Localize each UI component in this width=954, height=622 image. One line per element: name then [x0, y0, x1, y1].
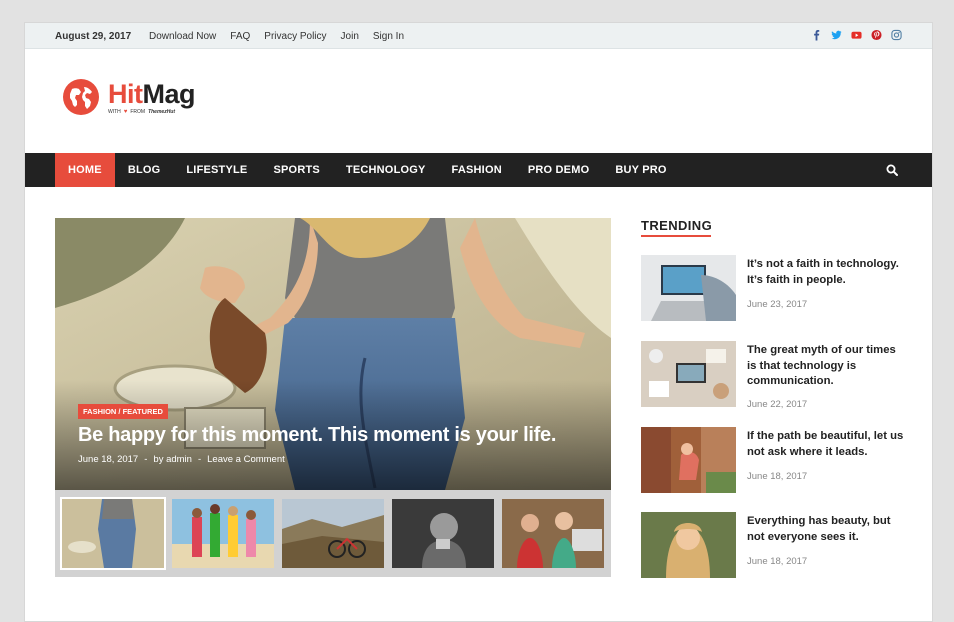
nav-item-home[interactable]: HOME [55, 153, 115, 187]
facebook-icon[interactable] [811, 29, 822, 41]
twitter-icon[interactable] [831, 29, 842, 41]
slider-thumbnails [55, 490, 611, 577]
trending-post-image[interactable] [641, 255, 736, 321]
meta-separator: - [197, 454, 202, 465]
pinterest-icon[interactable] [871, 29, 882, 41]
trending-underline [641, 235, 711, 237]
featured-date[interactable]: June 18, 2017 [78, 454, 138, 465]
site-name: HitMag [108, 79, 195, 109]
sign-in-link[interactable]: Sign In [373, 31, 404, 42]
social-links [811, 29, 902, 41]
nav-item-pro-demo[interactable]: PRO DEMO [515, 153, 603, 187]
slider-thumb[interactable] [392, 499, 494, 568]
faq-link[interactable]: FAQ [230, 31, 250, 42]
site-logo[interactable]: HitMag WITH ♥ FROM ThemezHut [63, 79, 195, 115]
featured-meta: June 18, 2017 - by admin - Leave a Comme… [78, 454, 285, 465]
trending-post-date[interactable]: June 18, 2017 [747, 556, 807, 567]
trending-post-date[interactable]: June 22, 2017 [747, 399, 807, 410]
trending-post-title[interactable]: If the path be beautiful, let us not ask… [747, 429, 907, 460]
slider-thumb[interactable] [502, 499, 604, 568]
trending-heading: TRENDING [641, 218, 713, 233]
featured-category-badge[interactable]: FASHION / FEATURED [78, 404, 168, 419]
featured-title[interactable]: Be happy for this moment. This moment is… [78, 424, 556, 447]
instagram-icon[interactable] [891, 29, 902, 41]
page-frame: August 29, 2017 Download Now FAQ Privacy… [24, 22, 933, 622]
globe-icon [63, 79, 99, 115]
trending-post-date[interactable]: June 18, 2017 [747, 471, 807, 482]
top-bar: August 29, 2017 Download Now FAQ Privacy… [25, 23, 932, 49]
heart-icon: ♥ [123, 109, 128, 115]
search-icon[interactable] [886, 164, 898, 176]
trending-post-date[interactable]: June 23, 2017 [747, 299, 807, 310]
top-links: Download Now FAQ Privacy Policy Join Sig… [149, 31, 404, 42]
trending-post-title[interactable]: It’s not a faith in technology. It’s fai… [747, 257, 907, 288]
nav-item-lifestyle[interactable]: LIFESTYLE [173, 153, 260, 187]
nav-item-technology[interactable]: TECHNOLOGY [333, 153, 439, 187]
nav-item-sports[interactable]: SPORTS [260, 153, 332, 187]
logo-tagline: WITH ♥ FROM ThemezHut [108, 109, 176, 115]
logo-wordmark: HitMag WITH ♥ FROM ThemezHut [108, 79, 195, 115]
trending-post-title[interactable]: Everything has beauty, but not everyone … [747, 514, 907, 545]
trending-post-image[interactable] [641, 512, 736, 578]
privacy-policy-link[interactable]: Privacy Policy [264, 31, 326, 42]
featured-slider[interactable]: FASHION / FEATURED Be happy for this mom… [55, 218, 611, 490]
trending-post-image[interactable] [641, 427, 736, 493]
nav-item-buy-pro[interactable]: BUY PRO [602, 153, 679, 187]
slider-thumb[interactable] [172, 499, 274, 568]
main-navigation: HOME BLOG LIFESTYLE SPORTS TECHNOLOGY FA… [25, 153, 932, 187]
slider-thumb[interactable] [282, 499, 384, 568]
featured-comments[interactable]: Leave a Comment [207, 454, 285, 465]
meta-separator: - [144, 454, 148, 465]
slider-thumb[interactable] [60, 497, 166, 570]
trending-post-title[interactable]: The great myth of our times is that tech… [747, 343, 907, 390]
nav-item-fashion[interactable]: FASHION [439, 153, 515, 187]
download-now-link[interactable]: Download Now [149, 31, 216, 42]
trending-post-image[interactable] [641, 341, 736, 407]
youtube-icon[interactable] [851, 29, 862, 41]
join-link[interactable]: Join [341, 31, 359, 42]
featured-author[interactable]: by admin [153, 454, 192, 465]
nav-item-blog[interactable]: BLOG [115, 153, 174, 187]
current-date: August 29, 2017 [55, 31, 132, 42]
